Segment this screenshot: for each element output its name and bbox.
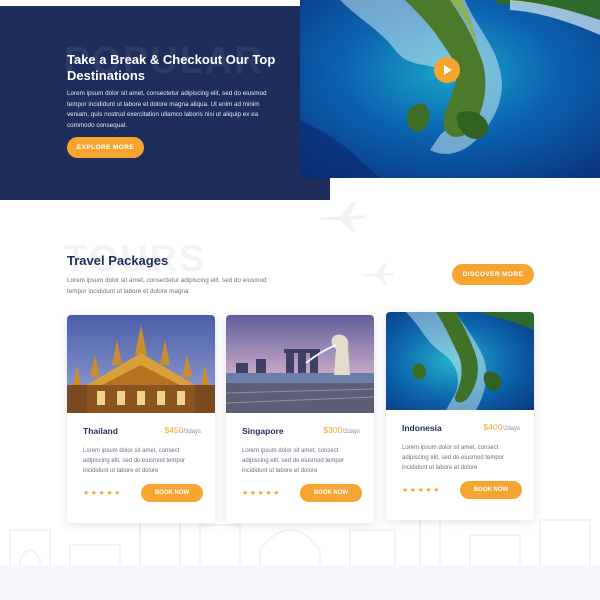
- hero-text: Lorem ipsum dolor sit amet, consectetur …: [67, 90, 267, 129]
- singapore-merlion-image: [226, 315, 374, 413]
- hero-image: [300, 0, 600, 178]
- play-icon: [444, 65, 452, 75]
- discover-more-button[interactable]: DISCOVER MORE: [452, 264, 534, 285]
- price-duration: /2days: [502, 426, 520, 432]
- packages-title: Travel Packages: [67, 253, 169, 268]
- star-rating: ★★★★★: [402, 487, 441, 494]
- card-description: Lorem ipsum dolor sit amet, consect adip…: [242, 448, 345, 474]
- footer-band: [0, 565, 600, 600]
- hero-title: Take a Break & Checkout Our Top Destinat…: [67, 52, 276, 83]
- price-amount: $450: [164, 425, 184, 435]
- card-description: Lorem ipsum dolor sit amet, consect adip…: [402, 445, 505, 471]
- price-duration: /3days: [183, 429, 201, 435]
- book-now-button[interactable]: BOOK NOW: [141, 484, 203, 502]
- star-rating: ★★★★★: [242, 490, 281, 497]
- book-now-button[interactable]: BOOK NOW: [300, 484, 362, 502]
- card-destination-name: Thailand: [83, 426, 118, 436]
- card-destination-name: Singapore: [242, 426, 284, 436]
- card-price: $400/2days: [483, 422, 520, 432]
- package-card-thailand[interactable]: Thailand $450/3days Lorem ipsum dolor si…: [67, 315, 215, 523]
- card-price: $300/2days: [323, 425, 360, 435]
- price-amount: $300: [323, 425, 343, 435]
- card-description: Lorem ipsum dolor sit amet, consect adip…: [83, 448, 186, 474]
- airplane-icon: [361, 263, 395, 285]
- price-duration: /2days: [342, 429, 360, 435]
- thailand-temple-image: [67, 315, 215, 413]
- star-rating: ★★★★★: [83, 490, 122, 497]
- price-amount: $400: [483, 422, 503, 432]
- play-button[interactable]: [434, 57, 460, 83]
- card-destination-name: Indonesia: [402, 423, 442, 433]
- packages-description: Lorem ipsum dolor sit amet, consectetur …: [67, 277, 267, 295]
- package-card-singapore[interactable]: Singapore $300/2days Lorem ipsum dolor s…: [226, 315, 374, 523]
- airplane-icon: [320, 202, 366, 232]
- indonesia-island-image: [386, 312, 534, 410]
- explore-more-button[interactable]: EXPLORE MORE: [67, 137, 144, 158]
- package-card-indonesia[interactable]: Indonesia $400/2days Lorem ipsum dolor s…: [386, 312, 534, 520]
- card-price: $450/3days: [164, 425, 201, 435]
- book-now-button[interactable]: BOOK NOW: [460, 481, 522, 499]
